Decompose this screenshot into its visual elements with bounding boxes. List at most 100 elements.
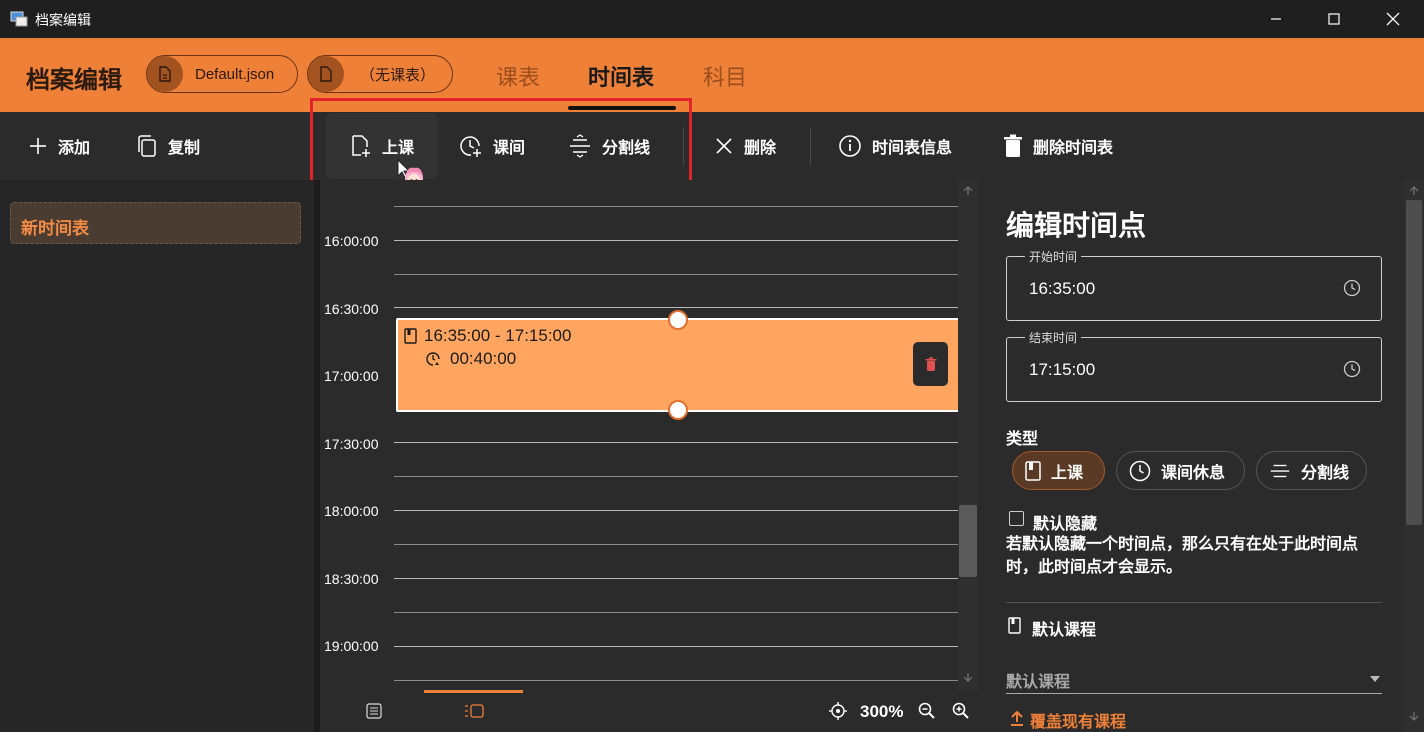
zoom-in-icon[interactable] — [952, 702, 970, 720]
trash-icon — [925, 356, 936, 371]
book-icon — [1025, 460, 1041, 481]
profile-file-label: Default.json — [195, 65, 275, 83]
type-divider-chip[interactable]: 分割线 — [1256, 451, 1367, 490]
resize-handle-bottom[interactable] — [668, 400, 688, 420]
block-time-range: 16:35:00 - 17:15:00 — [424, 326, 572, 345]
file-icon — [147, 56, 183, 92]
delete-timetable-label: 删除时间表 — [1033, 140, 1114, 157]
scroll-up-icon — [963, 186, 973, 195]
timeline-view[interactable]: 16:00:00 16:30:00 17:00:00 17:30:00 18:0… — [320, 180, 984, 732]
page-title: 档案编辑 — [26, 67, 122, 94]
type-break-chip[interactable]: 课间休息 — [1116, 451, 1245, 490]
toolbar: 添加 复制 — [0, 112, 1424, 180]
trash-icon — [1004, 134, 1022, 157]
grid-line — [394, 274, 958, 275]
time-label: 17:30:00 — [324, 436, 379, 452]
clock-icon[interactable] — [1343, 279, 1361, 297]
end-time-label: 结束时间 — [1025, 329, 1082, 346]
type-class-label: 上课 — [1051, 464, 1084, 482]
add-button[interactable]: 添加 — [28, 112, 90, 180]
scrollbar-thumb[interactable] — [1406, 200, 1422, 525]
profile-file-button[interactable]: Default.json — [146, 55, 298, 93]
start-time-label: 开始时间 — [1025, 248, 1082, 265]
grid-line — [394, 612, 958, 613]
end-time-value: 17:15:00 — [1029, 360, 1096, 379]
app-icon — [10, 11, 28, 27]
toolbar-separator — [810, 127, 811, 165]
app-header: 档案编辑 Default.json （无课表） 课表 时间表 科目 — [0, 38, 1424, 112]
copy-icon — [138, 135, 156, 157]
tab-class-table[interactable]: 课表 — [496, 60, 540, 92]
default-course-placeholder: 默认课程 — [1006, 674, 1071, 691]
edit-panel: 编辑时间点 开始时间 16:35:00 结束时间 17:15:00 类型 上课 … — [984, 180, 1424, 732]
override-courses-button[interactable]: 覆盖现有课程 — [1030, 708, 1126, 732]
close-button[interactable] — [1363, 0, 1423, 38]
timeline-bottom-bar: 300% — [320, 690, 984, 732]
locate-icon[interactable] — [829, 702, 847, 720]
title-bar: 档案编辑 — [0, 0, 1424, 38]
timetable-list: 新时间表 — [0, 180, 314, 732]
panel-scrollbar[interactable] — [1404, 180, 1424, 732]
list-view-icon[interactable] — [366, 703, 382, 719]
time-label: 16:00:00 — [324, 233, 379, 249]
grid-line — [394, 476, 958, 477]
upload-icon — [1010, 710, 1024, 726]
panel-title: 编辑时间点 — [1006, 210, 1147, 241]
scrollbar-thumb[interactable] — [959, 505, 977, 577]
type-divider-label: 分割线 — [1301, 464, 1350, 482]
delete-label: 删除 — [744, 140, 777, 157]
window-title: 档案编辑 — [35, 12, 91, 28]
tab-timetable[interactable]: 时间表 — [588, 60, 654, 92]
start-time-field[interactable]: 开始时间 16:35:00 — [1006, 248, 1382, 321]
resize-handle-top[interactable] — [668, 310, 688, 330]
scroll-down-icon — [963, 673, 973, 682]
type-class-chip[interactable]: 上课 — [1012, 451, 1105, 490]
time-label: 17:00:00 — [324, 368, 379, 384]
copy-button[interactable]: 复制 — [136, 112, 200, 180]
default-course-title: 默认课程 — [1032, 622, 1097, 639]
scroll-up-icon — [1409, 186, 1419, 195]
divider-icon — [1270, 464, 1290, 477]
timetable-info-button[interactable]: 时间表信息 — [838, 112, 952, 180]
grid-line — [394, 206, 958, 207]
zoom-out-icon[interactable] — [918, 702, 936, 720]
copy-label: 复制 — [168, 140, 201, 157]
file-icon — [308, 56, 344, 92]
default-hidden-label: 默认隐藏 — [1033, 516, 1098, 533]
delete-button[interactable]: 删除 — [714, 112, 776, 180]
timeline-scrollbar[interactable] — [958, 180, 978, 690]
timetable-info-label: 时间表信息 — [872, 140, 953, 157]
list-item-timetable[interactable]: 新时间表 — [10, 202, 301, 244]
clock-icon[interactable] — [1343, 360, 1361, 378]
block-duration: 00:40:00 — [450, 349, 517, 368]
add-label: 添加 — [58, 140, 91, 157]
book-icon — [1008, 617, 1021, 634]
end-time-field[interactable]: 结束时间 17:15:00 — [1006, 329, 1382, 402]
default-course-select[interactable]: 默认课程 — [1006, 666, 1382, 694]
default-hidden-checkbox[interactable] — [1009, 511, 1024, 526]
time-point-block[interactable]: 16:35:00 - 17:15:00 00:40:00 — [396, 318, 960, 412]
type-label: 类型 — [1006, 431, 1039, 448]
book-icon — [404, 328, 417, 344]
class-table-button[interactable]: （无课表） — [307, 55, 453, 93]
info-icon — [839, 135, 861, 157]
plus-icon — [30, 138, 46, 154]
close-icon — [716, 138, 732, 154]
tab-subjects[interactable]: 科目 — [703, 60, 747, 92]
zoom-level: 300% — [860, 702, 904, 721]
default-hidden-description: 若默认隐藏一个时间点，那么只有在处于此时间点时，此时间点才会显示。 — [1006, 536, 1359, 576]
view-tab-indicator — [424, 690, 523, 693]
grid-line — [394, 240, 958, 241]
grid-line — [394, 307, 958, 308]
delete-timetable-button[interactable]: 删除时间表 — [1003, 112, 1113, 180]
minimize-button[interactable] — [1246, 0, 1306, 38]
type-break-label: 课间休息 — [1161, 464, 1226, 482]
grid-line — [394, 544, 958, 545]
timeline-view-icon[interactable] — [464, 703, 484, 719]
grid-line — [394, 646, 958, 647]
maximize-button[interactable] — [1304, 0, 1364, 38]
divider — [1006, 602, 1382, 603]
time-label: 18:00:00 — [324, 503, 379, 519]
delete-block-button[interactable] — [913, 342, 948, 386]
start-time-value: 16:35:00 — [1029, 279, 1096, 298]
